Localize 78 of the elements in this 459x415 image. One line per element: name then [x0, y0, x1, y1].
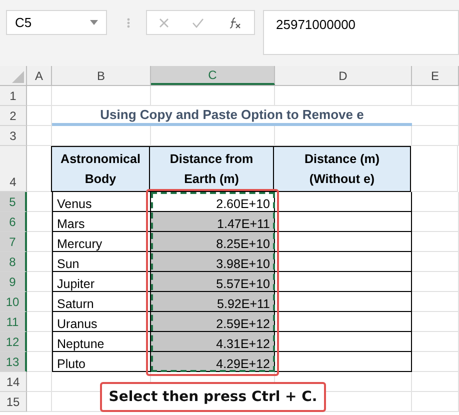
- table-cell: [27, 106, 52, 126]
- table-cell: [27, 252, 52, 272]
- row-header[interactable]: 13: [0, 352, 27, 372]
- drag-handle-icon: [127, 18, 130, 28]
- table-cell: [412, 252, 459, 272]
- column-header[interactable]: A: [27, 66, 52, 85]
- table-cell: [27, 352, 52, 372]
- row-header[interactable]: 9: [0, 272, 27, 292]
- body-name: Uranus: [56, 317, 98, 331]
- table-cell: [412, 332, 459, 352]
- table-cell: [27, 332, 52, 352]
- sheet-title: Using Copy and Paste Option to Remove e: [52, 106, 412, 126]
- select-all-icon[interactable]: [12, 71, 24, 83]
- row-header[interactable]: 4: [0, 146, 27, 192]
- row-header[interactable]: 3: [0, 126, 27, 146]
- table-cell: [27, 372, 52, 392]
- row-header[interactable]: 8: [0, 252, 27, 272]
- distance-value: 1.47E+11: [217, 217, 271, 231]
- table-cell: [27, 272, 52, 292]
- body-name: Venus: [56, 197, 92, 211]
- table-cell: [27, 212, 52, 232]
- body-name: Saturn: [56, 297, 94, 311]
- dropdown-icon[interactable]: [90, 20, 98, 25]
- distance-value: 4.29E+12: [216, 357, 271, 371]
- table-cell: [412, 372, 459, 392]
- body-name: Neptune: [56, 337, 104, 351]
- body-name: Sun: [56, 257, 80, 271]
- table-cell: [412, 292, 459, 312]
- distance-value: 5.92E+11: [217, 297, 271, 311]
- table-cell: [412, 272, 459, 292]
- column-header[interactable]: C: [151, 66, 275, 85]
- table-cell: [412, 212, 459, 232]
- table-cell: [412, 312, 459, 332]
- callout-note: Select then press Ctrl + C.: [100, 382, 326, 412]
- table-cell: [27, 192, 52, 212]
- distance-value: 4.31E+12: [216, 337, 271, 351]
- check-icon[interactable]: [192, 18, 204, 28]
- table-cell: [27, 292, 52, 312]
- table-cell: [27, 232, 52, 252]
- table-cell: [27, 86, 52, 106]
- column-heading: Distance from Earth (m): [149, 146, 274, 192]
- table-cell: [411, 146, 458, 192]
- table-cell: [412, 352, 459, 372]
- body-name: Pluto: [56, 357, 86, 371]
- column-header[interactable]: E: [412, 66, 459, 85]
- table-cell: [27, 312, 52, 332]
- name-box[interactable]: C5: [6, 10, 107, 35]
- row-header[interactable]: 6: [0, 212, 27, 232]
- body-name: Jupiter: [56, 277, 95, 291]
- table-cell: [27, 126, 52, 146]
- distance-value: 2.60E+10: [216, 197, 271, 211]
- column-header[interactable]: D: [275, 66, 412, 85]
- column-heading: Distance (m) (Without e): [273, 146, 411, 192]
- cancel-icon[interactable]: [158, 18, 169, 28]
- distance-value: 2.59E+12: [216, 317, 271, 331]
- table-cell: [412, 392, 459, 412]
- row-header[interactable]: 1: [0, 86, 27, 106]
- row-header[interactable]: 11: [0, 312, 27, 332]
- row-header[interactable]: 10: [0, 292, 27, 312]
- row-header[interactable]: 15: [0, 392, 27, 412]
- row-header[interactable]: 7: [0, 232, 27, 252]
- table-cell: [412, 232, 459, 252]
- row-header[interactable]: 2: [0, 106, 27, 126]
- body-name: Mercury: [56, 237, 102, 251]
- distance-value: 5.57E+10: [216, 277, 271, 291]
- row-header[interactable]: 14: [0, 372, 27, 392]
- body-name: Mars: [56, 217, 85, 231]
- table-cell: [412, 106, 459, 126]
- row-header[interactable]: 12: [0, 332, 27, 352]
- distance-value: 8.25E+10: [216, 237, 271, 251]
- column-heading: Astronomical Body: [51, 146, 150, 192]
- function-icon[interactable]: [228, 16, 242, 28]
- formula-field[interactable]: 25971000000: [263, 10, 459, 55]
- distance-value: 3.98E+10: [216, 257, 271, 271]
- table-cell: [412, 86, 459, 106]
- table-cell: [412, 192, 459, 212]
- table-cell: [412, 126, 459, 146]
- row-header[interactable]: 5: [0, 192, 27, 212]
